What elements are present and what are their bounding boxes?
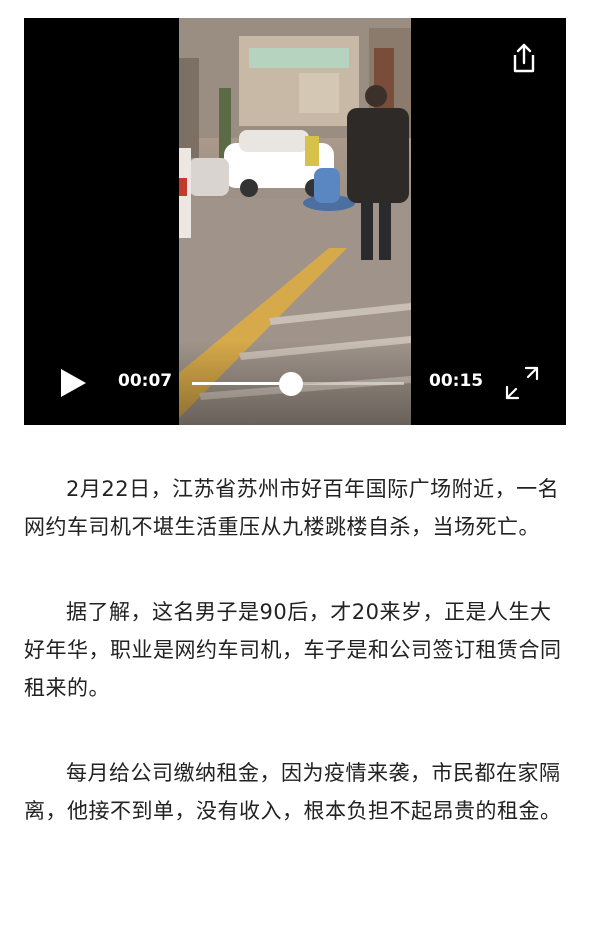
article-body: 2月22日，江苏省苏州市好百年国际广场附近，一名网约车司机不堪生活重压从九楼跳楼… bbox=[24, 470, 570, 877]
play-button[interactable] bbox=[58, 367, 88, 399]
article-paragraph: 据了解，这名男子是90后，才20来岁，正是人生大好年华，职业是网约车司机，车子是… bbox=[24, 600, 562, 700]
video-controls: 00:07 00:15 bbox=[24, 341, 566, 425]
article-paragraph: 每月给公司缴纳租金，因为疫情来袭，市民都在家隔离，他接不到单，没有收入，根本负担… bbox=[24, 761, 562, 823]
seek-progress bbox=[192, 382, 291, 385]
fullscreen-button[interactable] bbox=[504, 365, 540, 401]
video-player[interactable]: 00:07 00:15 bbox=[24, 18, 566, 425]
total-time: 00:15 bbox=[429, 371, 484, 391]
seek-bar[interactable] bbox=[192, 372, 404, 396]
share-icon bbox=[513, 43, 535, 73]
article-paragraph: 2月22日，江苏省苏州市好百年国际广场附近，一名网约车司机不堪生活重压从九楼跳楼… bbox=[24, 477, 560, 539]
current-time: 00:07 bbox=[118, 371, 173, 391]
play-icon bbox=[61, 369, 86, 397]
share-button[interactable] bbox=[506, 40, 542, 76]
fullscreen-icon bbox=[505, 366, 539, 400]
seek-handle[interactable] bbox=[279, 372, 303, 396]
